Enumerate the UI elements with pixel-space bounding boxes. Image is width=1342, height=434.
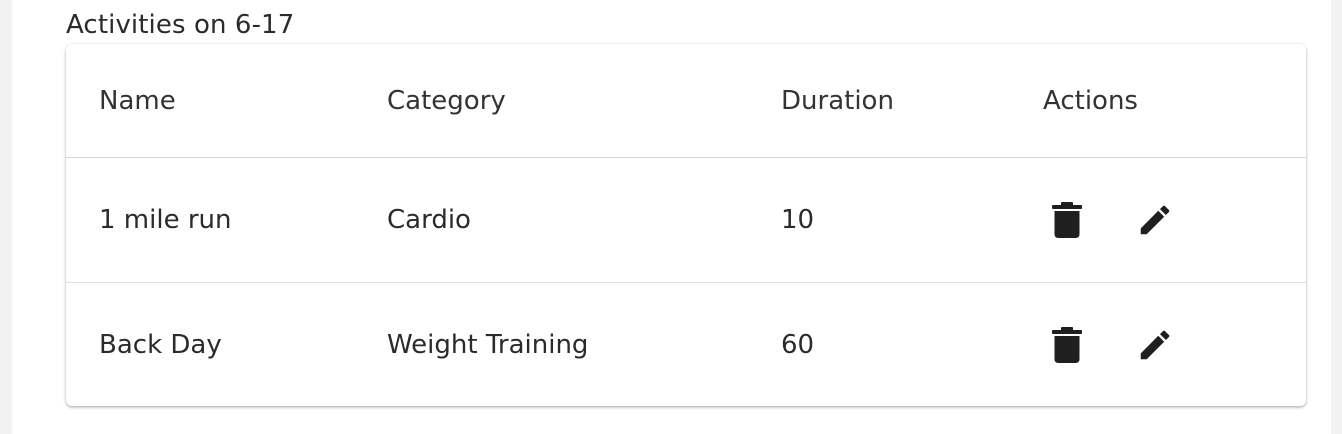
cell-name: 1 mile run — [99, 205, 232, 235]
activities-table: Name Category Duration Actions 1 mile ru… — [66, 44, 1306, 406]
header-duration: Duration — [781, 85, 894, 116]
delete-button[interactable] — [1043, 321, 1091, 369]
cell-actions — [1043, 283, 1179, 406]
edit-pencil-icon — [1140, 330, 1170, 360]
delete-icon — [1052, 202, 1082, 238]
delete-icon — [1052, 327, 1082, 363]
section-title: Activities on 6-17 — [66, 10, 295, 40]
header-name: Name — [99, 85, 176, 116]
header-category: Category — [387, 85, 506, 116]
cell-duration: 60 — [781, 330, 815, 360]
edit-button[interactable] — [1131, 196, 1179, 244]
cell-category: Cardio — [387, 205, 471, 235]
header-actions: Actions — [1043, 85, 1138, 116]
cell-actions — [1043, 158, 1179, 282]
table-header-row: Name Category Duration Actions — [66, 44, 1306, 158]
delete-button[interactable] — [1043, 196, 1091, 244]
cell-category: Weight Training — [387, 330, 589, 360]
edit-button[interactable] — [1131, 321, 1179, 369]
table-row: Back Day Weight Training 60 — [66, 283, 1306, 406]
cell-name: Back Day — [99, 330, 222, 360]
edit-pencil-icon — [1140, 205, 1170, 235]
cell-duration: 10 — [781, 205, 815, 235]
page: Activities on 6-17 Name Category Duratio… — [12, 0, 1331, 434]
table-row: 1 mile run Cardio 10 — [66, 158, 1306, 283]
